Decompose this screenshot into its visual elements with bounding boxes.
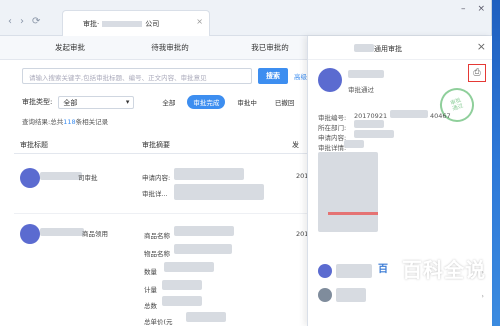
- avatar: [318, 264, 332, 278]
- row-summary-line: 审批详...: [142, 190, 168, 198]
- approval-type-select[interactable]: 全部 ▾: [58, 95, 135, 109]
- watermark: 百 百科全说 助你轻松解决: [372, 254, 486, 298]
- field-label: 审批详情:: [318, 144, 347, 152]
- window-controls: – ×: [461, 4, 485, 14]
- result-number: 118: [63, 118, 76, 126]
- approved-stamp: 审批 通过: [435, 83, 479, 127]
- header-title: 审批标题: [20, 140, 48, 149]
- field-label: 申请内容:: [318, 134, 347, 142]
- select-value: 全部: [63, 98, 78, 107]
- tab-approved[interactable]: 我已审批的: [220, 36, 320, 59]
- field-value-tail: 40467: [430, 112, 451, 120]
- chip-in-progress[interactable]: 审批中: [231, 95, 263, 109]
- avatar: [318, 68, 342, 92]
- row-summary-line: 计量: [144, 286, 157, 294]
- nav-buttons: ‹ › ⟳: [8, 16, 40, 27]
- browser-titlebar: ‹ › ⟳ 审批· 公司 × – ×: [0, 0, 491, 36]
- field-label: 审批编号:: [318, 114, 347, 122]
- field-value: 20170921: [354, 112, 388, 120]
- row-summary-line: 商品名称: [144, 232, 170, 240]
- avatar: [20, 168, 40, 188]
- search-row: 请输入搜索关键字,包括审批标题、编号、正文内容、审批意见 搜索 高级: [22, 68, 307, 84]
- header-summary: 审批摘要: [142, 140, 170, 149]
- baike-logo-icon: 百: [372, 256, 394, 278]
- approval-status: 审批通过: [348, 86, 374, 94]
- row-summary-line: 数量: [144, 268, 157, 276]
- forward-icon[interactable]: ›: [20, 16, 24, 27]
- search-button[interactable]: 搜索: [258, 68, 288, 84]
- row-title: 司审批: [78, 174, 98, 182]
- search-input[interactable]: 请输入搜索关键字,包括审批标题、编号、正文内容、审批意见: [22, 68, 252, 84]
- chip-withdrawn[interactable]: 已撤回: [269, 95, 301, 109]
- browser-tab[interactable]: 审批· 公司 ×: [62, 10, 210, 36]
- avatar: [20, 224, 40, 244]
- table-row[interactable]: 商品领用 商品名称 物品名称 数量 计量 总数 总单价(元 201: [14, 216, 314, 326]
- advanced-search-link[interactable]: 高级: [294, 71, 307, 81]
- watermark-subtitle: 助你轻松解决: [413, 288, 474, 298]
- back-icon[interactable]: ‹: [8, 16, 12, 27]
- chip-completed[interactable]: 审批完成: [187, 95, 226, 109]
- watermark-title: 百科全说: [402, 258, 486, 282]
- tab-pending-approval[interactable]: 待我审批的: [120, 36, 220, 59]
- refresh-icon[interactable]: ⟳: [32, 16, 40, 27]
- result-count: 查询结果:总共118条相关记录: [22, 118, 109, 126]
- field-label: 所在部门:: [318, 124, 347, 132]
- tab-start-approval[interactable]: 发起审批: [20, 36, 120, 59]
- chip-all[interactable]: 全部: [156, 95, 181, 109]
- row-summary-line: 总单价(元: [144, 318, 173, 326]
- avatar: [318, 288, 332, 302]
- print-icon[interactable]: ⎙: [468, 64, 486, 82]
- tab-title: 审批· 公司: [83, 20, 160, 28]
- close-window-icon[interactable]: ×: [477, 4, 485, 14]
- table-header: 审批标题 审批摘要 发: [14, 136, 314, 154]
- table-row[interactable]: 司审批 申请内容: 审批详... 201: [14, 154, 314, 214]
- header-date: 发: [292, 140, 299, 149]
- row-title: 商品领用: [82, 230, 108, 238]
- panel-title: 通用审批: [374, 45, 402, 53]
- row-summary-line: 申请内容:: [142, 174, 171, 182]
- close-icon[interactable]: ×: [477, 40, 486, 53]
- filter-row: 审批类型: 全部 ▾ 全部 审批完成 审批中 已撤回: [22, 95, 300, 109]
- minimize-icon[interactable]: –: [461, 4, 466, 14]
- filter-label: 审批类型:: [22, 98, 53, 106]
- row-summary-line: 物品名称: [144, 250, 170, 258]
- panel-header: 通用审批 ×: [308, 36, 492, 60]
- row-summary-line: 总数: [144, 302, 157, 310]
- chevron-down-icon: ▾: [125, 97, 130, 106]
- close-tab-icon[interactable]: ×: [196, 17, 203, 26]
